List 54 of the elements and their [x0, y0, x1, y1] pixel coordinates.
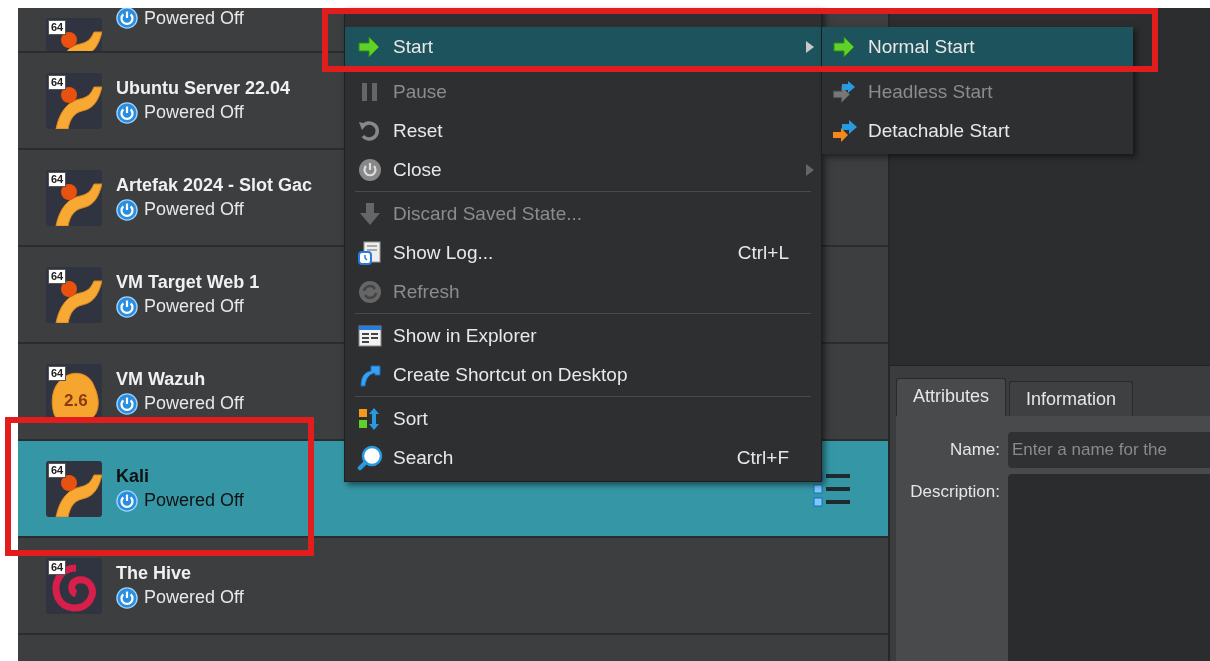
version-label: 2.6: [64, 390, 88, 411]
vm-status: Powered Off: [144, 490, 244, 511]
vm-status: Powered Off: [144, 393, 244, 414]
power-icon: [116, 101, 138, 124]
os-logo-icon: [46, 169, 102, 226]
bitness-badge: 64: [48, 20, 67, 35]
vm-name: Kali: [116, 465, 150, 487]
vm-name: VM Target Web 1: [116, 271, 260, 293]
power-icon: [116, 489, 138, 512]
log-icon: [357, 239, 383, 266]
os-logo-icon: [46, 557, 102, 614]
menu-item[interactable]: Detachable Start: [822, 111, 1133, 150]
vm-status: Powered Off: [144, 296, 244, 317]
vm-name: Artefak 2024 - Slot Gac: [116, 174, 313, 196]
vm-status: Powered Off: [144, 8, 244, 29]
vm-status: Powered Off: [144, 199, 244, 220]
menu-item[interactable]: Create Shortcut on Desktop: [345, 355, 821, 394]
menu-item[interactable]: Start: [345, 27, 821, 66]
vm-status: Powered Off: [144, 102, 244, 123]
power-icon: [116, 295, 138, 318]
power-icon: [357, 156, 383, 183]
tab[interactable]: Information: [1009, 381, 1134, 416]
menu-item[interactable]: Search Ctrl+F: [345, 438, 821, 477]
list-menu-icon[interactable]: [812, 470, 852, 508]
power-icon: [116, 8, 138, 29]
menu-item[interactable]: Sort: [345, 399, 821, 438]
menu-item[interactable]: Show in Explorer: [345, 316, 821, 355]
os-logo-icon: [46, 363, 102, 420]
name-field[interactable]: Enter a name for the: [1008, 432, 1210, 468]
arrow-down-icon: [357, 200, 383, 227]
os-logo-icon: [46, 72, 102, 129]
os-logo-icon: [46, 460, 102, 517]
tab[interactable]: Attributes: [896, 378, 1007, 416]
vm-list-item[interactable]: 64 The Hive Powered Off: [18, 538, 888, 635]
vm-name: Ubuntu Server 22.04: [116, 77, 291, 99]
power-icon: [116, 392, 138, 415]
search-icon: [357, 444, 383, 471]
vm-name: The Hive: [116, 562, 193, 584]
submenu-arrow-icon: [806, 40, 814, 53]
explorer-icon: [357, 322, 383, 349]
menu-item[interactable]: Show Log... Ctrl+L: [345, 233, 821, 272]
vm-status: Powered Off: [144, 587, 244, 608]
refresh-icon: [357, 278, 383, 305]
menu-item[interactable]: Reset: [345, 111, 821, 150]
field-label: Description:: [909, 481, 1001, 503]
power-icon: [116, 586, 138, 609]
os-logo-icon: [46, 266, 102, 323]
arrows-icon: [832, 117, 858, 144]
submenu-arrow-icon: [806, 163, 814, 176]
vm-name: VM Wazuh: [116, 368, 207, 390]
field-label: Name:: [948, 439, 1001, 461]
menu-item[interactable]: Close: [345, 150, 821, 189]
menu-item[interactable]: Normal Start: [822, 27, 1133, 66]
power-icon: [116, 198, 138, 221]
